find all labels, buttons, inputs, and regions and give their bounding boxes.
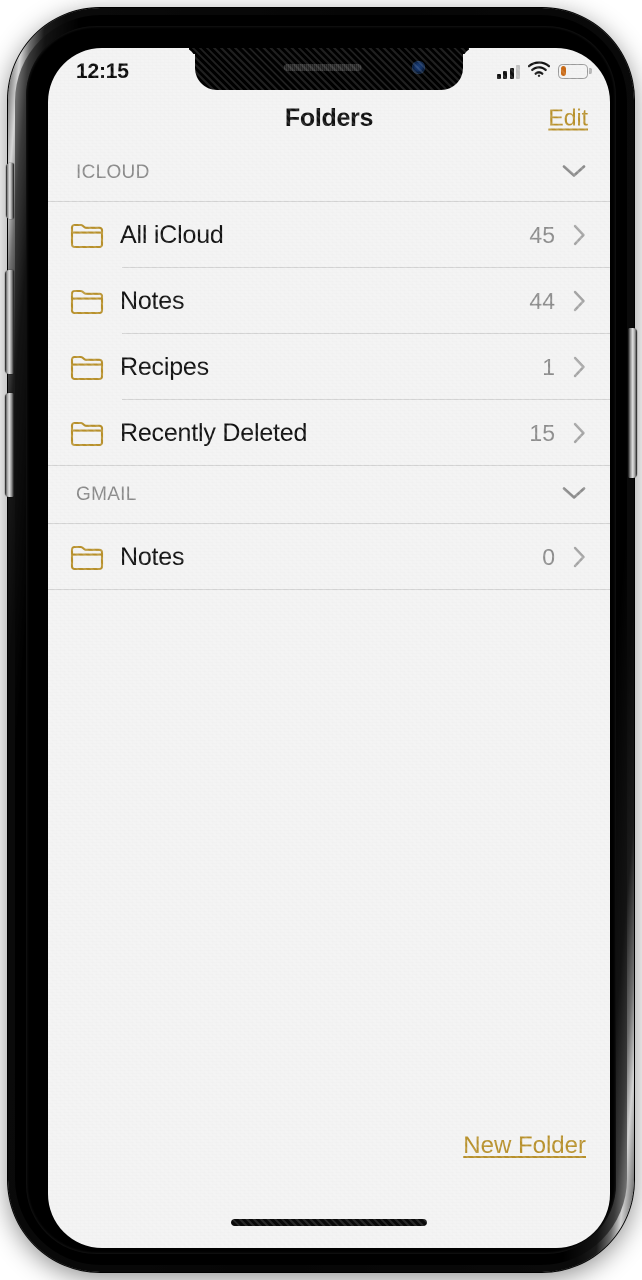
chevron-down-icon[interactable] [562, 164, 586, 183]
section-title: ICLOUD [76, 162, 150, 183]
folder-row-notes-gmail[interactable]: Notes 0 [48, 524, 610, 590]
folder-count: 15 [529, 419, 555, 446]
folder-row-recipes[interactable]: Recipes 1 [48, 334, 610, 400]
edit-button[interactable]: Edit [548, 105, 588, 132]
folder-count: 44 [529, 287, 555, 314]
chevron-right-icon [573, 224, 586, 246]
cellular-bars-icon [496, 64, 520, 79]
page-title: Folders [284, 103, 374, 132]
chevron-right-icon [573, 290, 586, 312]
phone-screen: 12:15 Folders Edit ICLOUD All iCloud 45 … [48, 48, 610, 1248]
folder-count: 45 [529, 221, 555, 248]
chevron-down-icon[interactable] [562, 486, 586, 505]
volume-up-button[interactable] [5, 270, 14, 374]
navigation-bar: Folders Edit [48, 92, 610, 144]
volume-down-button[interactable] [5, 393, 14, 497]
section-header-gmail[interactable]: GMAIL [48, 466, 610, 524]
iphone-device-frame: 12:15 Folders Edit ICLOUD All iCloud 45 … [5, 8, 637, 1272]
chevron-right-icon [573, 422, 586, 444]
wifi-icon [527, 60, 551, 82]
folder-name: Notes [120, 286, 185, 315]
folder-count: 1 [542, 353, 555, 380]
home-indicator[interactable] [231, 1219, 427, 1226]
folder-count: 0 [542, 543, 555, 570]
section-title: GMAIL [76, 484, 137, 505]
folders-list: ICLOUD All iCloud 45 Notes 44 Recipes 1 … [48, 144, 610, 1248]
folder-icon [70, 221, 104, 249]
status-bar: 12:15 [48, 48, 610, 92]
section-header-icloud[interactable]: ICLOUD [48, 144, 610, 202]
status-bar-time: 12:15 [76, 59, 129, 83]
power-side-button[interactable] [628, 328, 637, 478]
folder-row-recently-deleted[interactable]: Recently Deleted 15 [48, 400, 610, 466]
silent-switch-button[interactable] [6, 163, 14, 219]
battery-low-icon [558, 63, 588, 79]
folder-row-all-icloud[interactable]: All iCloud 45 [48, 202, 610, 268]
folder-name: Recipes [120, 352, 209, 381]
folder-name: Notes [120, 542, 185, 571]
chevron-right-icon [573, 546, 586, 568]
folder-icon [70, 543, 104, 571]
folder-name: All iCloud [120, 220, 224, 249]
chevron-right-icon [573, 356, 586, 378]
folder-name: Recently Deleted [120, 418, 308, 447]
new-folder-button[interactable]: New Folder [463, 1132, 586, 1160]
folder-row-notes-icloud[interactable]: Notes 44 [48, 268, 610, 334]
folder-icon [70, 287, 104, 315]
folder-icon [70, 419, 104, 447]
status-bar-indicators [496, 60, 588, 82]
folder-icon [70, 353, 104, 381]
